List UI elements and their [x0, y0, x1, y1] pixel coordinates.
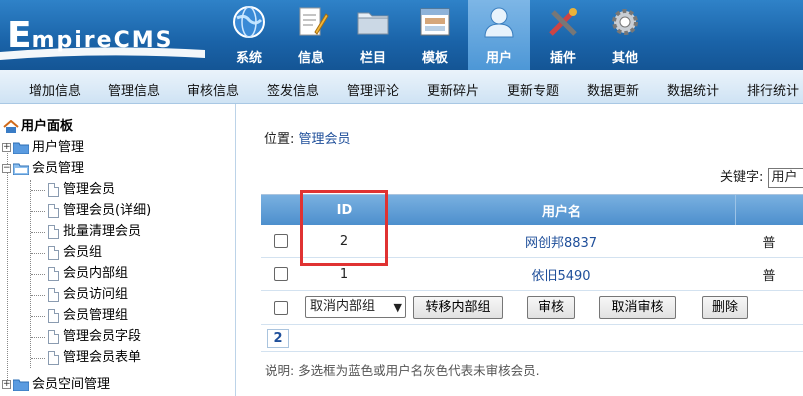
logo: EmpireCMS — [0, 0, 210, 70]
submenu-item[interactable]: 管理信息 — [108, 80, 160, 99]
main-nav: 系统 信息 栏目 模板 用户 插件 其他 — [220, 0, 658, 70]
keyword-label: 关键字: — [720, 170, 764, 185]
submenu-item[interactable]: 管理评论 — [347, 80, 399, 99]
window-template-icon — [420, 8, 450, 36]
internal-group-select[interactable]: 取消内部组 ▼ — [305, 296, 406, 318]
nav-label: 模板 — [421, 51, 448, 66]
keyword-select[interactable]: 用户 — [767, 167, 803, 188]
submenu-item[interactable]: 更新碎片 — [427, 80, 479, 99]
sub-menu: 增加信息 管理信息 审核信息 签发信息 管理评论 更新碎片 更新专题 数据更新 … — [0, 70, 803, 104]
folder-icon — [13, 379, 29, 391]
tree-item-member-group[interactable]: 会员组 — [48, 244, 102, 262]
row-checkbox[interactable] — [274, 234, 288, 248]
user-icon — [484, 7, 514, 38]
approve-button[interactable]: 审核 — [527, 296, 575, 319]
submenu-item[interactable]: 数据更新 — [587, 80, 639, 99]
action-bar: 取消内部组 ▼ 转移内部组 审核 取消审核 删除 — [261, 291, 803, 325]
top-header: EmpireCMS 系统 信息 栏目 模板 用户 插件 其他 — [0, 0, 803, 70]
nav-other[interactable]: 其他 — [596, 0, 654, 70]
submenu-item[interactable]: 签发信息 — [267, 80, 319, 99]
nav-user[interactable]: 用户 — [468, 0, 530, 70]
col-header-more — [735, 195, 803, 225]
page-number[interactable]: 2 — [267, 329, 289, 348]
folder-icon — [13, 142, 29, 154]
expand-icon[interactable]: + — [2, 380, 11, 389]
tree-item-access-group[interactable]: 会员访问组 — [48, 286, 128, 304]
row-group: 普 — [762, 268, 776, 284]
page-icon — [48, 266, 59, 281]
tree-root[interactable]: 用户面板 — [3, 118, 73, 136]
gear-icon — [612, 9, 638, 35]
delete-button[interactable]: 删除 — [702, 296, 748, 319]
submenu-item[interactable]: 审核信息 — [187, 80, 239, 99]
nav-template[interactable]: 模板 — [406, 0, 464, 70]
page-icon — [48, 308, 59, 323]
page-icon — [48, 224, 59, 239]
tree-label: 会员管理 — [32, 161, 85, 176]
tree-root-label: 用户面板 — [21, 119, 74, 134]
nav-info[interactable]: 信息 — [282, 0, 340, 70]
tree-label: 会员空间管理 — [32, 377, 111, 392]
tree-member-mgmt[interactable]: − 会员管理 — [2, 160, 84, 178]
nav-label: 信息 — [297, 51, 324, 66]
row-checkbox[interactable] — [274, 267, 288, 281]
row-group: 普 — [762, 235, 776, 251]
globe-icon — [233, 6, 265, 38]
move-group-button[interactable]: 转移内部组 — [413, 296, 503, 319]
tree-item-member-forms[interactable]: 管理会员表单 — [48, 349, 141, 367]
keyword-search: 关键字: 用户 — [720, 166, 803, 188]
nav-plugin[interactable]: 插件 — [534, 0, 592, 70]
tree-item-member-fields[interactable]: 管理会员字段 — [48, 328, 141, 346]
breadcrumb-link[interactable]: 管理会员 — [299, 132, 351, 147]
logo-text: mpireCMS — [31, 28, 174, 53]
select-all-checkbox[interactable] — [274, 300, 288, 315]
submenu-item[interactable]: 排行统计 — [747, 80, 799, 99]
submenu-item[interactable]: 更新专题 — [507, 80, 559, 99]
row-username-link[interactable]: 网创邦8837 — [387, 225, 735, 257]
breadcrumb: 位置: 管理会员 — [264, 128, 351, 147]
nav-column[interactable]: 栏目 — [344, 0, 402, 70]
collapse-icon[interactable]: − — [2, 164, 11, 173]
tree-item-admin-group[interactable]: 会员管理组 — [48, 307, 128, 325]
page-icon — [48, 329, 59, 344]
submenu-item[interactable]: 增加信息 — [29, 80, 81, 99]
page-icon — [48, 182, 59, 197]
unapprove-button[interactable]: 取消审核 — [599, 296, 676, 319]
breadcrumb-label: 位置: — [264, 132, 295, 147]
tree-label: 用户管理 — [32, 140, 85, 155]
logo-initial: E — [7, 15, 32, 56]
folder-icon — [357, 12, 389, 35]
tools-icon — [549, 8, 577, 36]
left-tree: 用户面板 + 用户管理 − 会员管理 管理会员 管理会员(详细) 批量清理会员 会员… — [0, 104, 236, 396]
pagination: 2 — [261, 325, 803, 352]
nav-label: 插件 — [549, 51, 576, 66]
chevron-down-icon: ▼ — [393, 301, 402, 314]
nav-label: 栏目 — [359, 51, 386, 66]
nav-label: 系统 — [235, 51, 262, 66]
expand-icon[interactable]: + — [2, 143, 11, 152]
nav-label: 用户 — [485, 51, 512, 66]
tree-item-batch-clean[interactable]: 批量清理会员 — [48, 223, 141, 241]
highlight-box — [300, 190, 388, 266]
submenu-item[interactable]: 数据统计 — [667, 80, 719, 99]
page-icon — [48, 245, 59, 260]
note: 说明: 多选框为蓝色或用户名灰色代表未审核会员. — [261, 352, 803, 382]
tree-item-manage-members-detail[interactable]: 管理会员(详细) — [48, 202, 151, 220]
folder-open-icon — [13, 163, 29, 175]
nav-system[interactable]: 系统 — [220, 0, 278, 70]
tree-space-mgmt[interactable]: + 会员空间管理 — [2, 376, 110, 394]
tree-user-mgmt[interactable]: + 用户管理 — [2, 139, 84, 157]
page-icon — [48, 203, 59, 218]
tree-item-internal-group[interactable]: 会员内部组 — [48, 265, 128, 283]
home-icon — [3, 119, 19, 133]
document-pen-icon — [299, 7, 329, 36]
page-icon — [48, 287, 59, 302]
row-username-link[interactable]: 依旧5490 — [387, 258, 735, 290]
nav-label: 其他 — [611, 51, 638, 66]
note-text: 说明: 多选框为蓝色或用户名灰色代表未审核会员. — [265, 363, 540, 378]
col-header-username[interactable]: 用户名 — [387, 195, 735, 225]
page-icon — [48, 350, 59, 365]
tree-item-manage-members[interactable]: 管理会员 — [48, 181, 115, 199]
